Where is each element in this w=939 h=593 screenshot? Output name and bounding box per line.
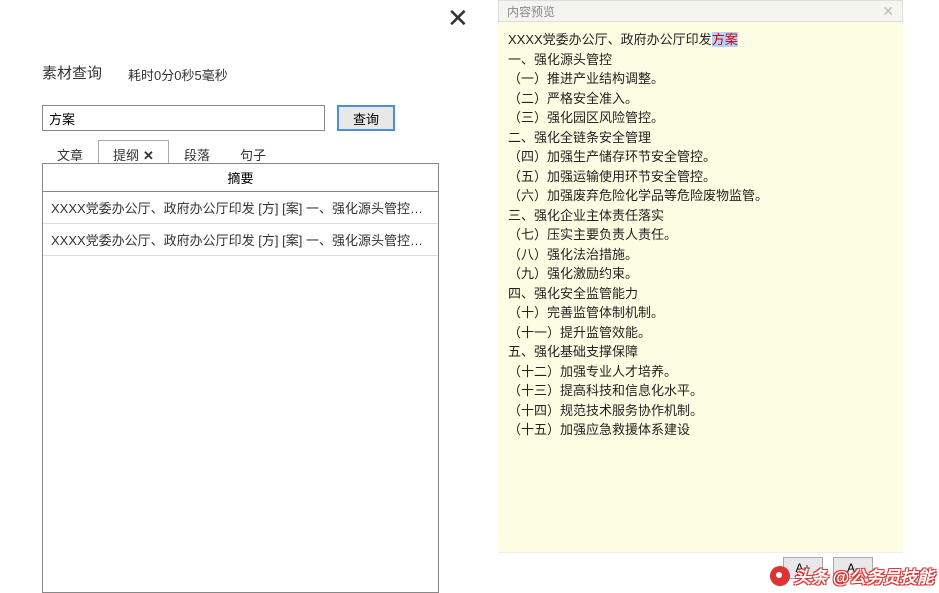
tab-label: 句子 <box>240 148 266 163</box>
search-button[interactable]: 查询 <box>337 105 395 131</box>
preview-line: 四、强化安全监管能力 <box>508 284 893 304</box>
results-header: 摘要 <box>43 164 438 192</box>
table-row[interactable]: XXXX党委办公厅、政府办公厅印发 [方] [案] 一、强化源头管控（一… <box>43 224 438 256</box>
preview-line: （十）完善监管体制机制。 <box>508 303 893 323</box>
preview-line: （十三）提高科技和信息化水平。 <box>508 381 893 401</box>
query-title: 素材查询 <box>42 62 102 83</box>
tab-close-icon[interactable]: ✕ <box>143 148 154 163</box>
preview-line: （十五）加强应急救援体系建设 <box>508 420 893 440</box>
preview-line: 二、强化全链条安全管理 <box>508 128 893 148</box>
preview-close-icon[interactable]: ✕ <box>882 3 894 20</box>
search-input[interactable] <box>42 105 325 131</box>
highlight-term: 方案 <box>712 32 738 47</box>
preview-line: （五）加强运输使用环节安全管控。 <box>508 167 893 187</box>
left-panel: ✕ 素材查询 耗时0分0秒5毫秒 查询 文章 提纲 ✕ 段落 句子 摘要 XXXX… <box>0 0 470 590</box>
preview-line: （七）压实主要负责人责任。 <box>508 225 893 245</box>
preview-line: （六）加强废弃危险化学品等危险废物监管。 <box>508 186 893 206</box>
tab-label: 段落 <box>184 148 210 163</box>
preview-title-bar: 内容预览 ✕ <box>498 0 903 22</box>
right-panel: 内容预览 ✕ XXXX党委办公厅、政府办公厅印发方案 一、强化源头管控 （一）推… <box>498 0 903 590</box>
preview-title: 内容预览 <box>507 3 555 20</box>
preview-line: （四）加强生产储存环节安全管控。 <box>508 147 893 167</box>
preview-line: （二）严格安全准入。 <box>508 89 893 109</box>
preview-content: XXXX党委办公厅、政府办公厅印发方案 一、强化源头管控 （一）推进产业结构调整… <box>498 22 903 552</box>
preview-line: （十二）加强专业人才培养。 <box>508 362 893 382</box>
preview-line: （九）强化激励约束。 <box>508 264 893 284</box>
preview-title-line: XXXX党委办公厅、政府办公厅印发方案 <box>508 30 893 50</box>
preview-text: XXXX党委办公厅、政府办公厅印发 <box>508 32 712 47</box>
preview-line: （十四）规范技术服务协作机制。 <box>508 401 893 421</box>
preview-line: 三、强化企业主体责任落实 <box>508 206 893 226</box>
table-row[interactable]: XXXX党委办公厅、政府办公厅印发 [方] [案] 一、强化源头管控（一… <box>43 192 438 224</box>
preview-line: （十一）提升监管效能。 <box>508 323 893 343</box>
results-body: XXXX党委办公厅、政府办公厅印发 [方] [案] 一、强化源头管控（一… XX… <box>43 192 438 592</box>
search-row: 查询 <box>42 105 395 131</box>
preview-line: （三）强化园区风险管控。 <box>508 108 893 128</box>
preview-line: （八）强化法治措施。 <box>508 245 893 265</box>
preview-line: 一、强化源头管控 <box>508 50 893 70</box>
tab-label: 文章 <box>57 148 83 163</box>
close-icon[interactable]: ✕ <box>447 5 469 31</box>
preview-line: 五、强化基础支撑保障 <box>508 342 893 362</box>
preview-line: （一）推进产业结构调整。 <box>508 69 893 89</box>
watermark-icon <box>770 566 790 586</box>
time-info: 耗时0分0秒5毫秒 <box>128 65 228 84</box>
tab-label: 提纲 <box>113 148 139 163</box>
watermark: 头条 @公务员技能 <box>770 563 934 588</box>
watermark-text: 头条 @公务员技能 <box>794 563 934 588</box>
results-table: 摘要 XXXX党委办公厅、政府办公厅印发 [方] [案] 一、强化源头管控（一…… <box>42 163 439 593</box>
